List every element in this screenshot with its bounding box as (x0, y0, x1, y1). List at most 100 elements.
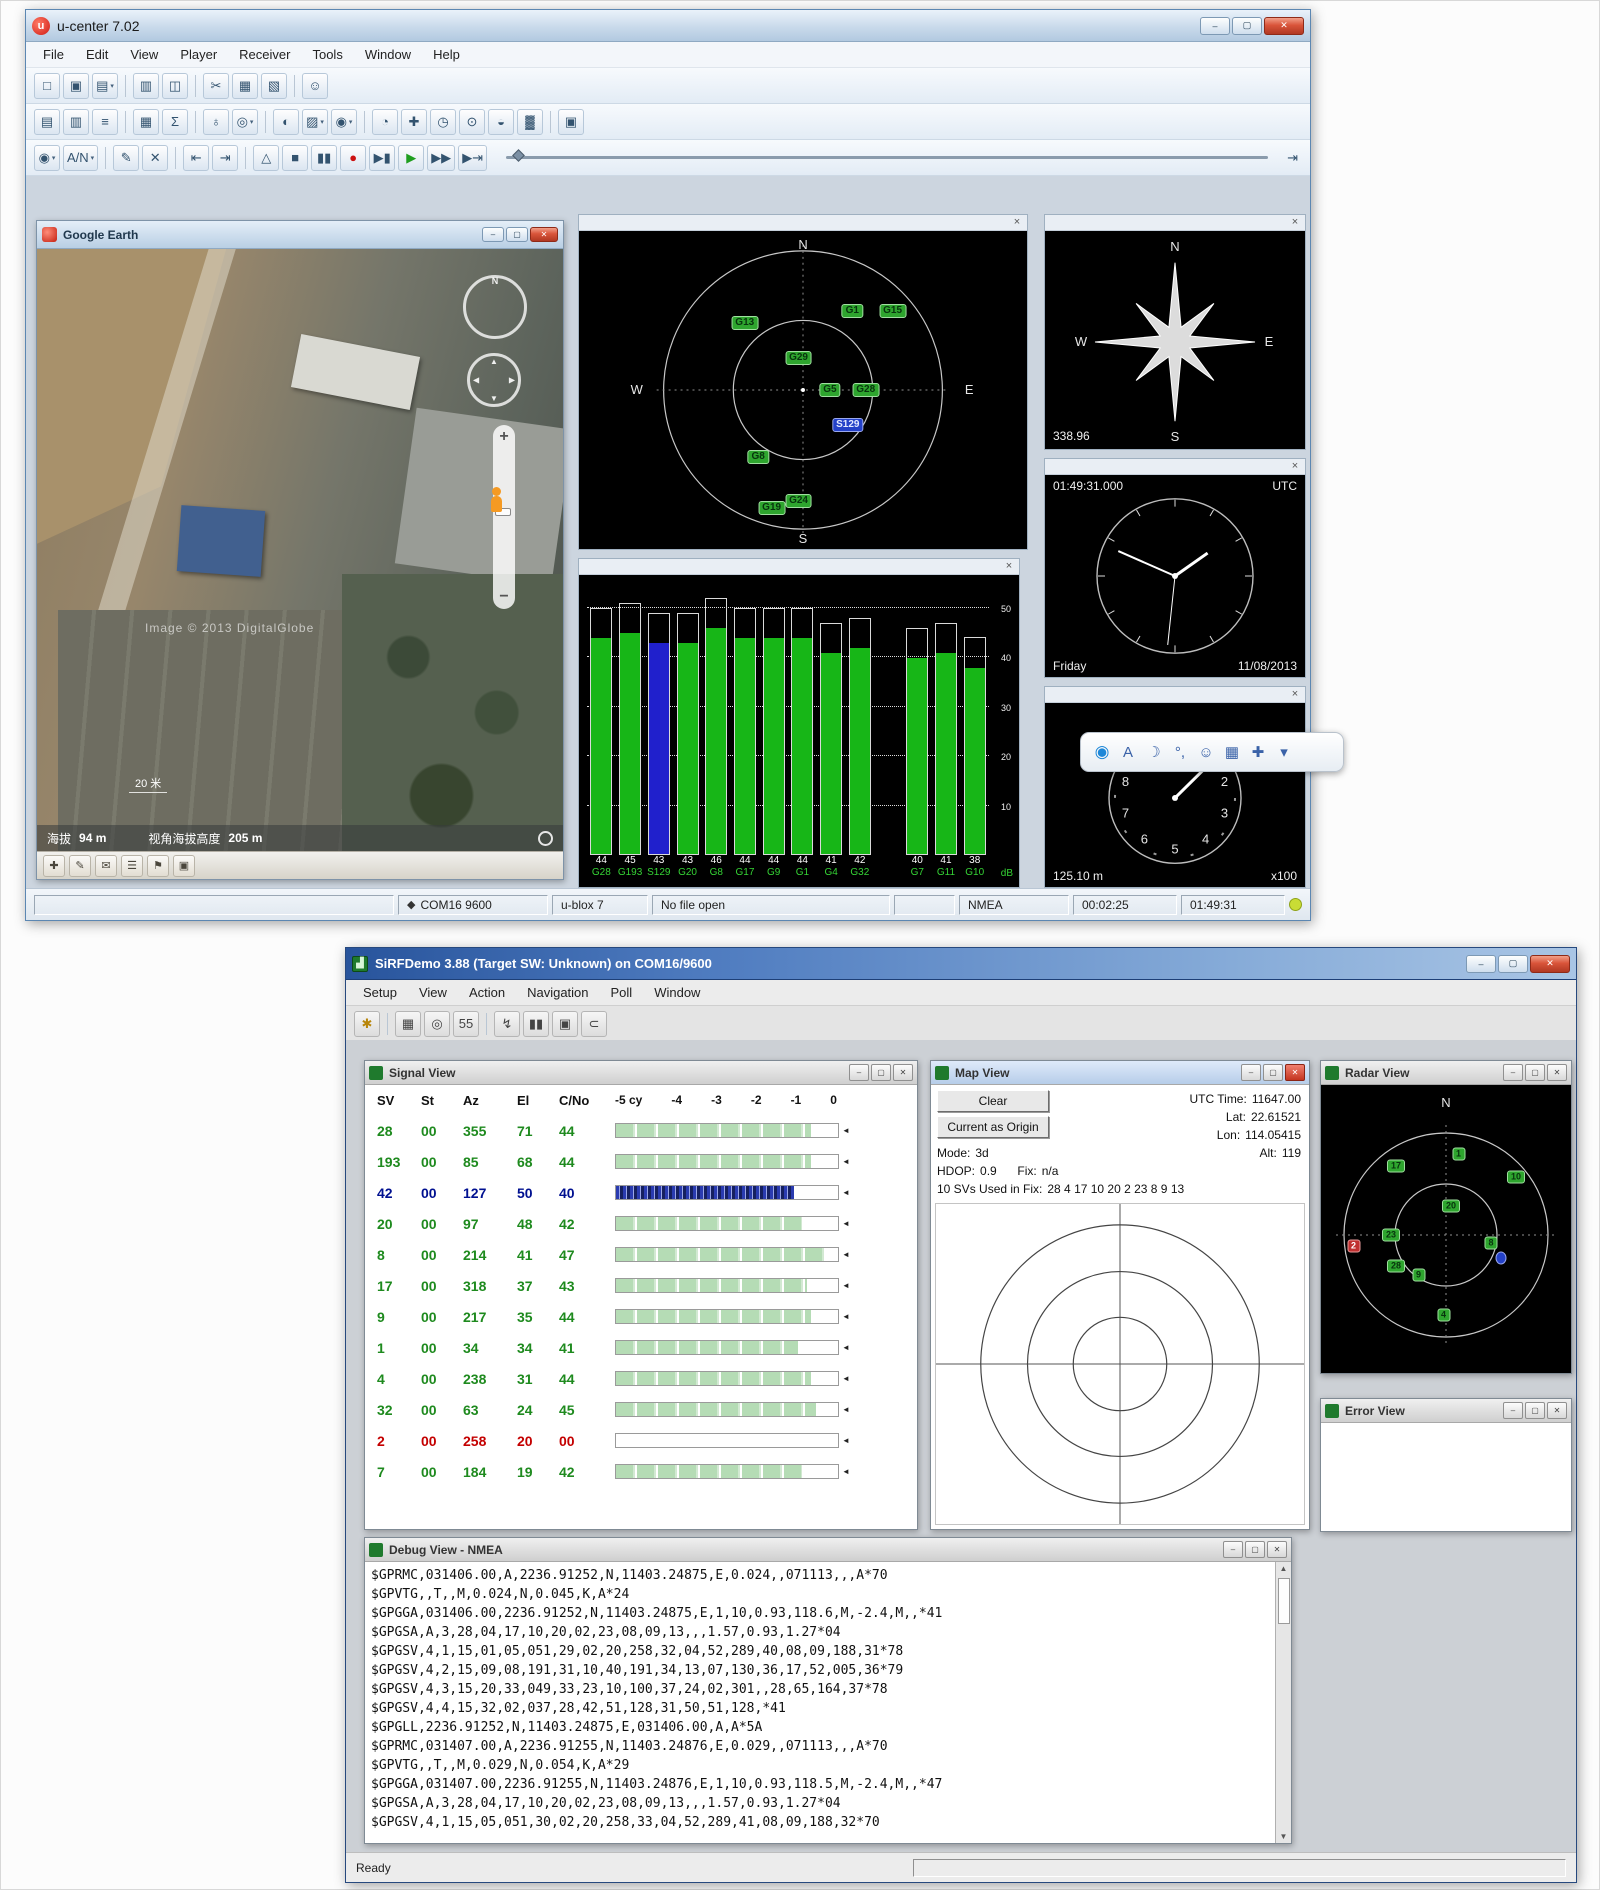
new-file-icon[interactable]: □ (34, 73, 60, 99)
ucenter-menu-window[interactable]: Window (354, 43, 422, 66)
maximize-button[interactable]: ▢ (1232, 17, 1262, 35)
map-plot[interactable] (935, 1203, 1305, 1525)
settings-icon[interactable]: ✱ (354, 1011, 380, 1037)
jump-end-icon[interactable]: ⇥ (212, 145, 238, 171)
camera-view-icon[interactable]: ◉▾ (331, 109, 357, 135)
messages-view-icon[interactable]: ▤ (34, 109, 60, 135)
paste-icon[interactable]: ▧ (261, 73, 287, 99)
close-button[interactable]: ✕ (1264, 17, 1304, 35)
debug-minimize-button[interactable]: – (1223, 1541, 1243, 1558)
ucenter-menu-tools[interactable]: Tools (301, 43, 353, 66)
docking-windows-icon[interactable]: ▣ (558, 109, 584, 135)
sirf-menu-setup[interactable]: Setup (352, 981, 408, 1004)
draw-icon[interactable]: ✎ (69, 855, 91, 877)
ucenter-menu-edit[interactable]: Edit (75, 43, 119, 66)
email-icon[interactable]: ✉ (95, 855, 117, 877)
scroll-thumb[interactable] (1278, 1578, 1290, 1624)
ge-restore-button[interactable]: ▢ (506, 227, 528, 242)
pause-data-icon[interactable]: ▮▮ (523, 1011, 549, 1037)
clock-view-icon[interactable]: ◷ (430, 109, 456, 135)
ucenter-menu-file[interactable]: File (32, 43, 75, 66)
street-view-person-body[interactable] (491, 496, 502, 512)
radar-minimize-button[interactable]: – (1503, 1064, 1523, 1081)
print-preview-icon[interactable]: ◫ (162, 73, 188, 99)
fast-forward-icon[interactable]: ▶▶ (427, 145, 455, 171)
log-save-icon[interactable]: ▣ (552, 1011, 578, 1037)
text-console-icon[interactable]: ≡ (92, 109, 118, 135)
target-icon[interactable]: ◎ (424, 1011, 450, 1037)
speedometer-view-icon[interactable]: ◒ (488, 109, 514, 135)
radar-view-titlebar[interactable]: Radar View – ▢ ✕ (1321, 1061, 1571, 1085)
ascii-nmea-toggle-icon[interactable]: A/N▾ (63, 145, 98, 171)
sirf-titlebar[interactable]: ▟ SiRFDemo 3.88 (Target SW: Unknown) on … (346, 948, 1576, 980)
google-earth-view-icon[interactable]: ◐ (273, 109, 299, 135)
jump-start-icon[interactable]: ⇤ (183, 145, 209, 171)
sirf-maximize-button[interactable]: ▢ (1498, 955, 1528, 973)
error-minimize-button[interactable]: – (1503, 1402, 1523, 1419)
sirf-menu-action[interactable]: Action (458, 981, 516, 1004)
altimeter-view-icon[interactable]: ⊙ (459, 109, 485, 135)
signal-chart-close-icon[interactable]: × (1002, 561, 1016, 572)
map-view-icon[interactable]: ♁ (203, 109, 229, 135)
pan-icon[interactable]: ✚ (43, 855, 65, 877)
eye-view-icon[interactable]: ◉▾ (34, 145, 60, 171)
debug-scrollbar[interactable]: ▲ ▼ (1275, 1562, 1291, 1843)
signal-close-button[interactable]: ✕ (893, 1064, 913, 1081)
minimize-button[interactable]: – (1200, 17, 1230, 35)
print-icon[interactable]: ▥ (133, 73, 159, 99)
record-icon[interactable]: ● (340, 145, 366, 171)
look-joystick[interactable]: N (463, 275, 527, 339)
command-icon[interactable]: ⊂ (581, 1011, 607, 1037)
ucenter-menu-help[interactable]: Help (422, 43, 471, 66)
altimeter-close-icon[interactable]: × (1288, 689, 1302, 700)
compass-close-icon[interactable]: × (1288, 217, 1302, 228)
layout-icon[interactable]: ▦ (395, 1011, 421, 1037)
save-file-icon[interactable]: ▣ (63, 73, 89, 99)
sirf-minimize-button[interactable]: – (1466, 955, 1496, 973)
dropdown-caret[interactable]: ▾ (110, 82, 114, 90)
chart-view-icon[interactable]: ▨▾ (302, 109, 328, 135)
ime-shape-icon[interactable]: ☽ (1143, 740, 1165, 764)
zoom-out-button[interactable]: − (499, 588, 508, 606)
deviation-map-icon[interactable]: ◎▾ (232, 109, 258, 135)
ime-tools-icon[interactable]: ✚ (1247, 740, 1269, 764)
connection-icon[interactable]: ↯ (494, 1011, 520, 1037)
ime-punctuation-icon[interactable]: °, (1169, 740, 1191, 764)
ge-close-button[interactable]: ✕ (530, 227, 558, 242)
dropdown-caret[interactable]: ▾ (320, 118, 324, 126)
google-earth-titlebar[interactable]: Google Earth – ▢ ✕ (37, 221, 563, 249)
binary-console-icon[interactable]: ▥ (63, 109, 89, 135)
map-view-titlebar[interactable]: Map View – ▢ ✕ (931, 1061, 1309, 1085)
ucenter-menu-view[interactable]: View (119, 43, 169, 66)
map-minimize-button[interactable]: – (1241, 1064, 1261, 1081)
zoom-slider[interactable]: + − (493, 425, 515, 609)
save-icon[interactable]: ▣ (173, 855, 195, 877)
cut-icon[interactable]: ✂ (203, 73, 229, 99)
edit-marker-icon[interactable]: ✎ (113, 145, 139, 171)
placemark-icon[interactable]: ⚑ (147, 855, 169, 877)
current-as-origin-button[interactable]: Current as Origin (937, 1116, 1049, 1138)
ime-keyboard-icon[interactable]: ▦ (1221, 740, 1243, 764)
ucenter-menu-player[interactable]: Player (169, 43, 228, 66)
ge-minimize-button[interactable]: – (482, 227, 504, 242)
step-forward-icon[interactable]: ▶▮ (369, 145, 395, 171)
scroll-up-icon[interactable]: ▲ (1280, 1564, 1288, 1573)
debug-view-titlebar[interactable]: Debug View - NMEA – ▢ ✕ (365, 1538, 1291, 1562)
error-view-titlebar[interactable]: Error View – ▢ ✕ (1321, 1399, 1571, 1423)
clock-close-icon[interactable]: × (1288, 461, 1302, 472)
sirf-menu-navigation[interactable]: Navigation (516, 981, 599, 1004)
stop-icon[interactable]: ■ (282, 145, 308, 171)
slider-handle[interactable] (512, 149, 525, 162)
sky-view-icon[interactable]: ◔ (372, 109, 398, 135)
skip-forward-icon[interactable]: ▶⇥ (458, 145, 487, 171)
dropdown-caret[interactable]: ▾ (349, 118, 353, 126)
move-joystick[interactable]: ▲ ▼ ◀ ▶ (467, 353, 521, 407)
radar-maximize-button[interactable]: ▢ (1525, 1064, 1545, 1081)
compass-view-icon[interactable]: ✚ (401, 109, 427, 135)
signal-view-titlebar[interactable]: Signal View – ▢ ✕ (365, 1061, 917, 1085)
sirf-menu-view[interactable]: View (408, 981, 458, 1004)
sky-view-close-icon[interactable]: × (1010, 217, 1024, 228)
open-file-icon[interactable]: ▤▾ (92, 73, 118, 99)
error-maximize-button[interactable]: ▢ (1525, 1402, 1545, 1419)
signal-maximize-button[interactable]: ▢ (871, 1064, 891, 1081)
